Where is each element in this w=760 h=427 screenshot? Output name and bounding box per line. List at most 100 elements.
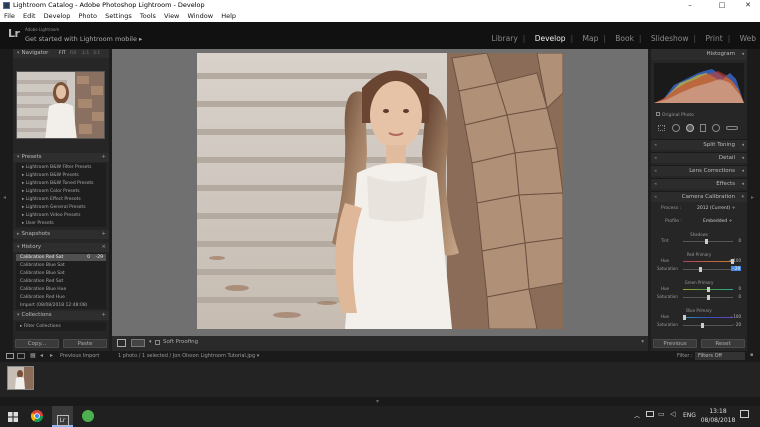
blue-hue-slider[interactable]: Hue - 100 [651,314,747,321]
preset-folder[interactable]: ▸ Lightroom General Presets [22,205,86,210]
add-preset-icon[interactable]: + [101,153,106,162]
preset-folder[interactable]: ▸ Lightroom B&W Filter Presets [22,165,91,170]
tray-chevron-icon[interactable]: ︿ [634,411,640,420]
minimize-button[interactable]: – [680,0,700,11]
media-app-icon[interactable] [77,406,98,427]
filter-select[interactable]: Filters Off [695,352,745,360]
history-item[interactable]: Import (08/08/2018 12:48:08) [16,302,106,309]
previous-button[interactable]: Previous [653,339,697,348]
preset-folder[interactable]: ▸ Lightroom Effect Presets [22,197,81,202]
module-book[interactable]: Book [615,34,634,43]
lens-corrections-header[interactable]: ◂ Lens Corrections ◂ [651,165,747,176]
history-item[interactable]: Calibration Red Hue [16,294,106,301]
clear-history-icon[interactable]: × [101,243,106,252]
left-collapse-icon[interactable]: ◂ [3,194,6,201]
blue-saturation-slider[interactable]: Saturation - 20 [651,322,747,329]
collapse-filmstrip-icon[interactable]: ▾ [376,398,379,405]
filmstrip-info[interactable]: 1 photo / 1 selected / Jon Olsson Lightr… [118,353,259,359]
history-item[interactable]: Calibration Red Sat 0 -29 [16,254,106,261]
loupe-view-icon[interactable] [117,339,126,347]
main-photo[interactable] [197,53,563,329]
clock-time[interactable]: 13:18 [708,408,728,415]
module-library[interactable]: Library [492,34,518,43]
left-edge[interactable]: ◂ [0,49,13,351]
bottom-panel-toggle[interactable]: ▾ [0,397,760,406]
filmstrip-thumbnail[interactable] [7,366,34,390]
shadows-tint-slider[interactable]: Tint 0 [651,238,747,245]
effects-header[interactable]: ◂ Effects ◂ [651,178,747,189]
filmstrip-source[interactable]: Previous Import [60,353,99,359]
menu-develop[interactable]: Develop [44,12,71,20]
history-item[interactable]: Calibration Blue Sat [16,270,106,277]
preset-folder[interactable]: ▸ Lightroom Color Presets [22,189,80,194]
filter-collections[interactable]: ▸ Filter Collections [16,322,106,331]
maximize-button[interactable]: □ [712,0,732,11]
module-print[interactable]: Print [705,34,722,43]
menu-window[interactable]: Window [187,12,213,20]
adjustment-brush-icon[interactable] [726,126,738,130]
radial-filter-icon[interactable] [712,124,720,132]
add-collection-icon[interactable]: + [101,311,106,320]
menu-help[interactable]: Help [221,12,236,20]
zoom-3-1[interactable]: 3:1 [93,49,100,58]
main-window-icon[interactable] [6,353,14,359]
mobile-link[interactable]: Get started with Lightroom mobile ▸ [25,35,142,43]
battery-icon[interactable] [646,411,654,417]
paste-button[interactable]: Paste [63,339,107,348]
close-button[interactable]: ✕ [738,0,758,11]
original-photo-checkbox[interactable] [656,112,660,116]
windows-start-icon[interactable] [2,406,23,427]
zoom-1-1[interactable]: 1:1 [82,49,89,58]
filmstrip-lock-icon[interactable]: ▪ [750,352,753,358]
module-develop[interactable]: Develop [535,34,566,43]
red-eye-icon[interactable] [686,124,694,132]
collections-header[interactable]: ▾ Collections + [13,311,109,320]
right-collapse-icon[interactable]: ▸ [751,194,754,201]
panel-switch-icon[interactable]: ◂ [654,166,657,177]
preset-folder[interactable]: ▸ Lightroom B&W Presets [22,173,79,178]
soft-proofing-checkbox[interactable] [155,340,160,345]
before-after-dropdown-icon[interactable]: ▾ [149,339,152,345]
histogram-graph[interactable] [654,63,744,103]
green-hue-slider[interactable]: Hue 0 [651,286,747,293]
green-saturation-slider[interactable]: Saturation 0 [651,294,747,301]
toolbar-menu-icon[interactable]: ▾ [641,339,644,345]
menu-tools[interactable]: Tools [140,12,156,20]
menu-file[interactable]: File [4,12,15,20]
history-item[interactable]: Calibration Red Sat [16,278,106,285]
red-saturation-slider[interactable]: Saturation - 29 [651,266,747,273]
preset-folder[interactable]: ▸ Lightroom B&W Toned Presets [22,181,94,186]
panel-switch-icon[interactable]: ◂ [654,153,657,164]
history-header[interactable]: ▾ History × [13,243,109,252]
preset-folder[interactable]: ▸ User Presets [22,221,54,226]
chrome-icon[interactable] [26,406,47,427]
add-snapshot-icon[interactable]: + [101,230,106,239]
menu-photo[interactable]: Photo [78,12,97,20]
panel-switch-icon[interactable]: ◂ [654,179,657,190]
process-select[interactable]: 2012 (Current) ÷ [697,206,736,211]
spot-removal-icon[interactable] [672,124,680,132]
language-indicator[interactable]: ENG [683,412,696,419]
panel-switch-icon[interactable]: ◂ [654,192,657,203]
second-window-icon[interactable] [17,353,25,359]
grid-overlay-icon[interactable] [658,125,665,131]
menu-edit[interactable]: Edit [23,12,36,20]
module-web[interactable]: Web [740,34,756,43]
copy-button[interactable]: Copy... [15,339,59,348]
histogram-header[interactable]: Histogram ◂ [651,49,747,60]
navigator-preview[interactable] [16,71,105,139]
camera-calibration-header[interactable]: ◂ Camera Calibration ▾ [651,191,747,202]
red-hue-slider[interactable]: Hue + 100 [651,258,747,265]
notifications-icon[interactable] [740,410,749,418]
back-arrow-icon[interactable]: ◂ [40,352,43,359]
module-slideshow[interactable]: Slideshow [651,34,689,43]
split-toning-header[interactable]: ◂ Split Toning ◂ [651,139,747,150]
detail-header[interactable]: ◂ Detail ◂ [651,152,747,163]
menu-view[interactable]: View [164,12,179,20]
zoom-fit[interactable]: FIT [59,49,66,58]
zoom-fill[interactable]: Fill [70,49,76,58]
forward-arrow-icon[interactable]: ▸ [50,352,53,359]
graduated-filter-icon[interactable] [700,124,706,132]
history-item[interactable]: Calibration Blue Hue [16,286,106,293]
before-after-icon[interactable] [131,339,145,347]
